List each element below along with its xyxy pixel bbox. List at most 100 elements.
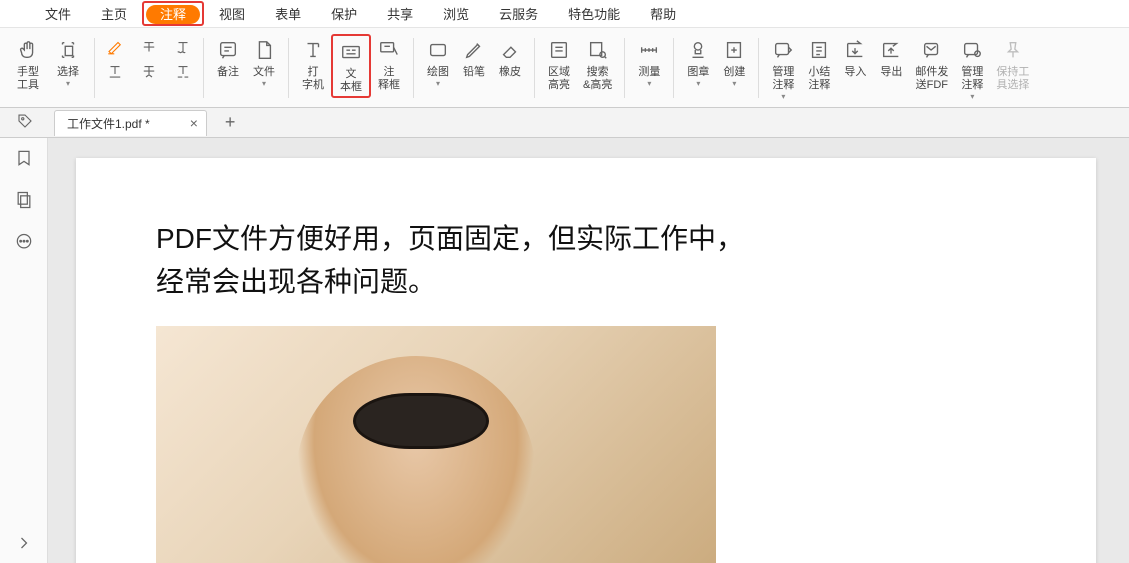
eraser-button[interactable]: 橡皮 — [492, 34, 528, 81]
area-highlight-button[interactable]: 区域 高亮 — [541, 34, 577, 94]
search-highlight-button[interactable]: 搜索 &高亮 — [577, 34, 618, 94]
hand-icon — [16, 38, 40, 62]
menu-annotate-highlight: 注释 — [142, 1, 204, 26]
squiggly-button[interactable] — [169, 36, 197, 58]
menu-form[interactable]: 表单 — [260, 0, 316, 27]
underline-button[interactable] — [101, 60, 129, 82]
typewriter-label: 打 字机 — [302, 66, 324, 92]
note-icon — [216, 38, 240, 62]
manage-comment2-icon — [960, 38, 984, 62]
separator — [534, 38, 535, 98]
menu-help[interactable]: 帮助 — [635, 0, 691, 27]
close-tab-button[interactable]: × — [190, 115, 198, 131]
textbox-button[interactable]: 文 本框 — [331, 34, 371, 98]
callout-button[interactable]: 注 释框 — [371, 34, 407, 94]
highlight-button[interactable] — [101, 36, 129, 58]
measure-icon — [637, 38, 661, 62]
note-label: 备注 — [217, 66, 239, 79]
separator — [758, 38, 759, 98]
ribbon: 手型 工具 选择 ▾ 备注 文件 ▾ 打 字机 文 本框 — [0, 28, 1129, 108]
eraser-label: 橡皮 — [499, 66, 521, 79]
summary-comment-label: 小结 注释 — [808, 66, 830, 92]
replace-button[interactable] — [169, 60, 197, 82]
dropdown-icon: ▾ — [696, 79, 700, 88]
drawing-button[interactable]: 绘图 ▾ — [420, 34, 456, 90]
menu-share[interactable]: 共享 — [372, 0, 428, 27]
keep-select-label: 保持工 具选择 — [996, 66, 1029, 92]
email-fdf-button[interactable]: 邮件发 送FDF — [909, 34, 954, 94]
dropdown-icon: ▾ — [781, 92, 785, 101]
manage-comment-button[interactable]: 管理 注释 ▾ — [765, 34, 801, 103]
sidebar — [0, 138, 48, 563]
comments-icon[interactable] — [14, 232, 34, 252]
document-image — [156, 326, 716, 563]
bookmark-icon[interactable] — [14, 148, 34, 168]
search-highlight-label: 搜索 &高亮 — [583, 66, 612, 92]
manage-comment-icon — [771, 38, 795, 62]
separator — [413, 38, 414, 98]
tag-icon[interactable] — [16, 112, 34, 133]
menu-browse[interactable]: 浏览 — [428, 0, 484, 27]
menu-annotate[interactable]: 注释 — [146, 5, 200, 24]
email-icon — [920, 38, 944, 62]
doc-line1: PDF文件方便好用，页面固定，但实际工作中， — [156, 223, 744, 254]
summary-comment-button[interactable]: 小结 注释 — [801, 34, 837, 94]
menu-protect[interactable]: 保护 — [316, 0, 372, 27]
menu-features[interactable]: 特色功能 — [553, 0, 635, 27]
select-button[interactable]: 选择 ▾ — [48, 34, 88, 90]
summary-comment-icon — [807, 38, 831, 62]
separator — [203, 38, 204, 98]
file-tab[interactable]: 工作文件1.pdf * × — [54, 110, 207, 136]
select-label: 选择 — [57, 66, 79, 79]
doc-line2: 经常会出现各种问题。 — [156, 266, 436, 297]
pages-icon[interactable] — [14, 190, 34, 210]
pencil-icon — [462, 38, 486, 62]
export-label: 导出 — [880, 66, 902, 79]
import-button[interactable]: 导入 — [837, 34, 873, 81]
file-attach-button[interactable]: 文件 ▾ — [246, 34, 282, 90]
manage-comment-label: 管理 注释 — [772, 66, 794, 92]
select-icon — [56, 38, 80, 62]
menu-view[interactable]: 视图 — [204, 0, 260, 27]
manage-comment2-button[interactable]: 管理 注释 ▾ — [954, 34, 990, 103]
document-text: PDF文件方便好用，页面固定，但实际工作中， 经常会出现各种问题。 — [156, 218, 1016, 304]
drawing-icon — [426, 38, 450, 62]
separator — [288, 38, 289, 98]
export-button[interactable]: 导出 — [873, 34, 909, 81]
note-button[interactable]: 备注 — [210, 34, 246, 81]
manage-comment2-label: 管理 注释 — [961, 66, 983, 92]
stamp-label: 图章 — [687, 66, 709, 79]
measure-label: 测量 — [638, 66, 660, 79]
dropdown-icon: ▾ — [732, 79, 736, 88]
caret-button[interactable] — [135, 60, 163, 82]
file-label: 文件 — [253, 66, 275, 79]
dropdown-icon: ▾ — [647, 79, 651, 88]
stamp-button[interactable]: 图章 ▾ — [680, 34, 716, 90]
pencil-button[interactable]: 铅笔 — [456, 34, 492, 81]
eraser-icon — [498, 38, 522, 62]
create-button[interactable]: 创建 ▾ — [716, 34, 752, 90]
callout-icon — [377, 38, 401, 62]
measure-button[interactable]: 测量 ▾ — [631, 34, 667, 90]
strikeout-button[interactable] — [135, 36, 163, 58]
area-highlight-icon — [547, 38, 571, 62]
import-icon — [843, 38, 867, 62]
collapse-icon[interactable] — [14, 533, 34, 553]
menu-cloud[interactable]: 云服务 — [484, 0, 553, 27]
work-area: PDF文件方便好用，页面固定，但实际工作中， 经常会出现各种问题。 — [0, 138, 1129, 563]
hand-tool-button[interactable]: 手型 工具 — [8, 34, 48, 94]
separator — [624, 38, 625, 98]
hand-tool-label: 手型 工具 — [17, 66, 39, 92]
add-tab-button[interactable]: + — [225, 112, 236, 133]
callout-label: 注 释框 — [378, 66, 400, 92]
export-icon — [879, 38, 903, 62]
typewriter-button[interactable]: 打 字机 — [295, 34, 331, 94]
separator — [673, 38, 674, 98]
search-highlight-icon — [586, 38, 610, 62]
drawing-label: 绘图 — [427, 66, 449, 79]
file-tab-label: 工作文件1.pdf * — [67, 115, 150, 132]
document-canvas[interactable]: PDF文件方便好用，页面固定，但实际工作中， 经常会出现各种问题。 — [48, 138, 1129, 563]
stamp-icon — [686, 38, 710, 62]
menu-file[interactable]: 文件 — [30, 0, 86, 27]
menu-home[interactable]: 主页 — [86, 0, 142, 27]
